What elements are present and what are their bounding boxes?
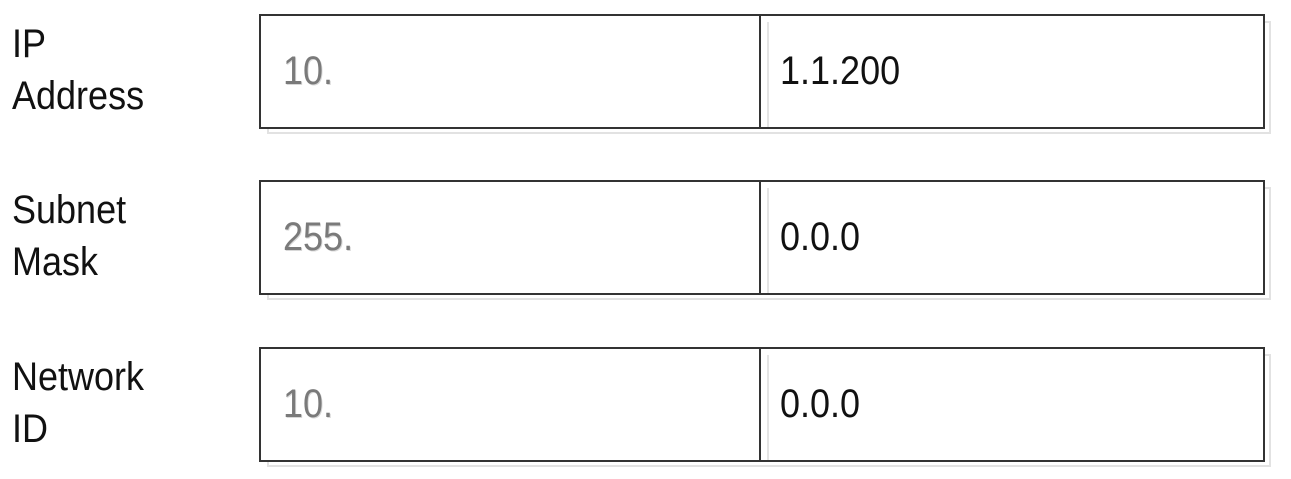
subnet-mask-box: 255. 0.0.0 [259,180,1265,295]
subnet-mask-prefix-text: 255. [283,215,354,259]
ip-address-label-line2: Address [12,74,145,118]
network-id-prefix-text: 10. [283,382,334,426]
ip-address-label: IP Address [12,18,219,122]
ip-address-label-line1: IP [12,22,47,66]
network-id-box: 10. 0.0.0 [259,347,1265,462]
ip-address-host-octets: 1.1.200 [763,16,1263,127]
ip-address-suffix-text: 1.1.200 [780,49,901,93]
subnet-mask-suffix-text: 0.0.0 [780,215,861,259]
network-id-row: Network ID 10. 0.0.0 [0,347,1291,467]
ip-address-box: 10. 1.1.200 [259,14,1265,129]
ip-address-network-octet: 10. [261,16,761,127]
ip-address-row: IP Address 10. 1.1.200 [0,14,1291,134]
subnet-mask-label-line1: Subnet [12,188,127,232]
subnet-mask-host-octets: 0.0.0 [763,182,1263,293]
ip-address-prefix-text: 10. [283,49,334,93]
network-id-host-octets: 0.0.0 [763,349,1263,460]
subnet-mask-row: Subnet Mask 255. 0.0.0 [0,180,1291,300]
network-id-suffix-text: 0.0.0 [780,382,861,426]
subnet-mask-label-line2: Mask [12,240,99,284]
subnet-mask-network-octet: 255. [261,182,761,293]
network-id-label-line1: Network [12,355,145,399]
network-id-network-octet: 10. [261,349,761,460]
network-id-label: Network ID [12,351,219,455]
subnet-mask-label: Subnet Mask [12,184,219,288]
network-id-label-line2: ID [12,407,48,451]
